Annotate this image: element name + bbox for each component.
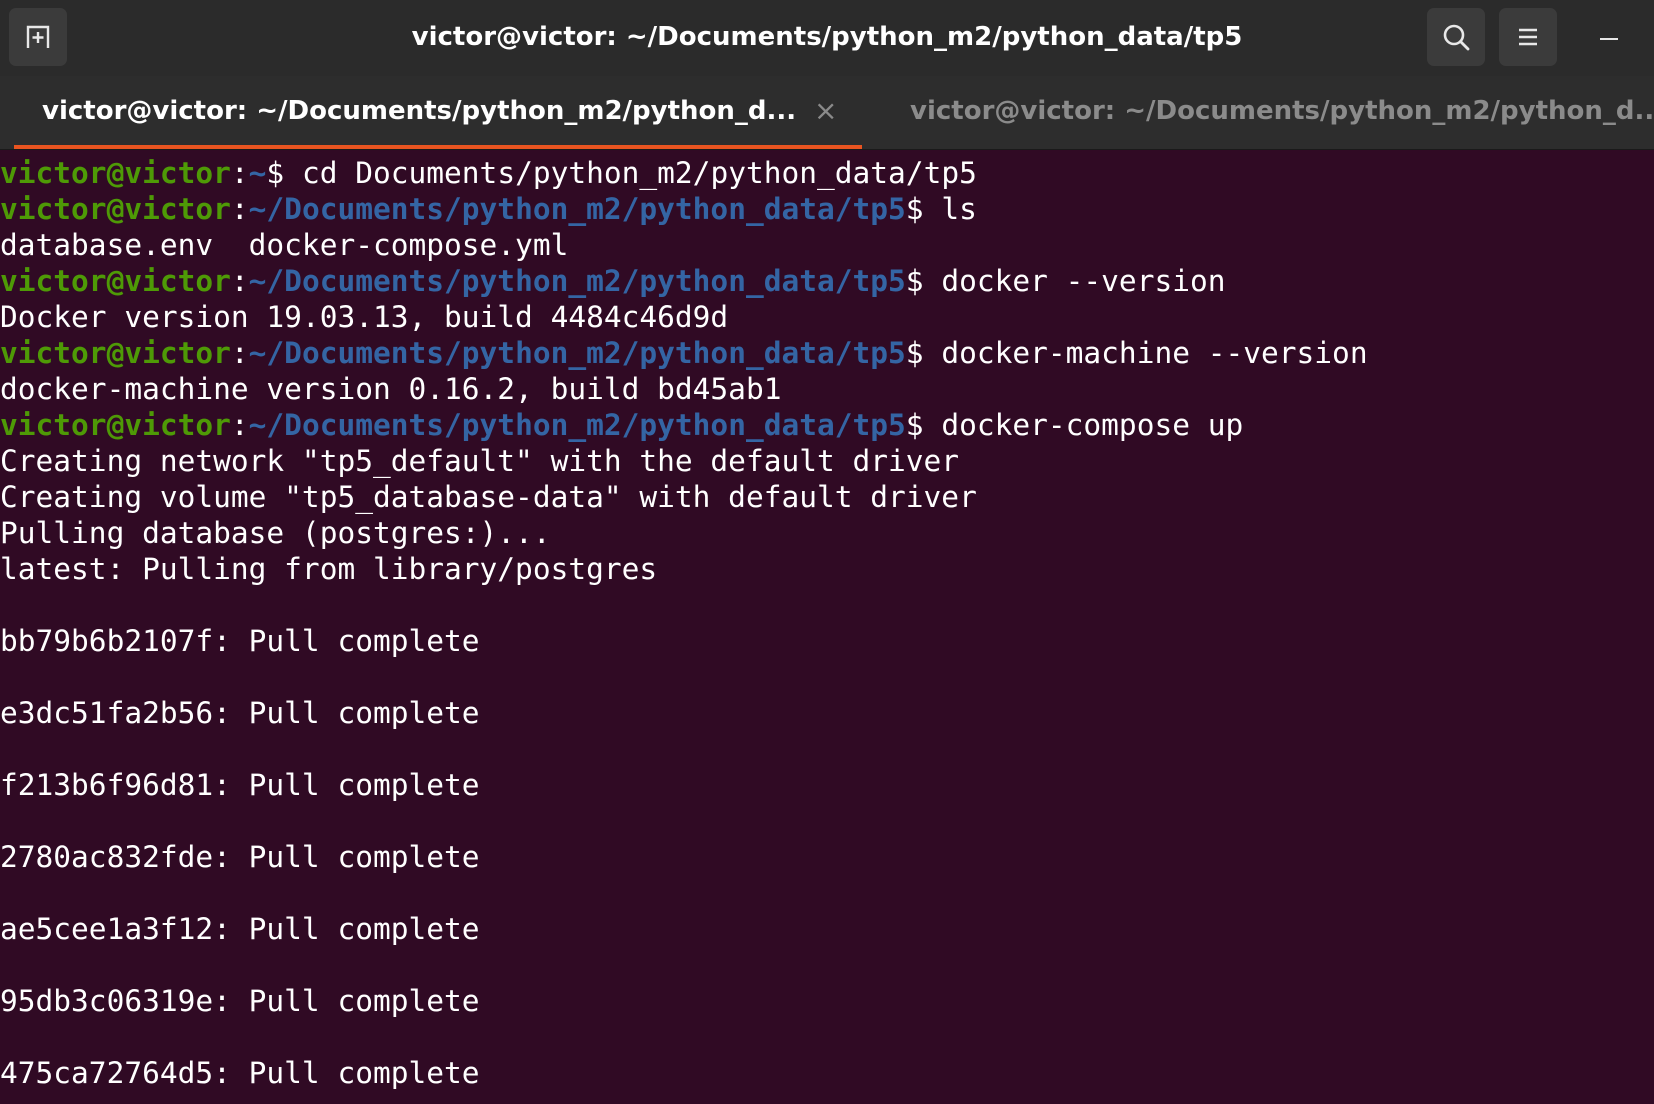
prompt-command: docker --version xyxy=(941,264,1226,298)
prompt-user: victor@victor xyxy=(0,192,231,226)
prompt-path: ~/Documents/python_m2/python_data/tp5 xyxy=(248,264,906,298)
pull-status-line: ae5cee1a3f12: Pull complete xyxy=(0,912,480,946)
prompt-command: docker-compose up xyxy=(941,408,1244,442)
menu-button[interactable] xyxy=(1499,8,1557,66)
prompt-line: victor@victor:~/Documents/python_m2/pyth… xyxy=(0,336,1368,370)
prompt-line: victor@victor:~/Documents/python_m2/pyth… xyxy=(0,264,1226,298)
new-tab-icon xyxy=(26,25,50,48)
tab-inactive[interactable]: victor@victor: ~/Documents/python_m2/pyt… xyxy=(862,76,1654,149)
pull-status-line: e3dc51fa2b56: Pull complete xyxy=(0,696,480,730)
hamburger-menu-icon xyxy=(1519,28,1537,46)
prompt-user: victor@victor xyxy=(0,408,231,442)
tab-label: victor@victor: ~/Documents/python_m2/pyt… xyxy=(42,96,797,126)
prompt-path: ~ xyxy=(248,156,267,190)
prompt-path: ~/Documents/python_m2/python_data/tp5 xyxy=(248,336,906,370)
tab-bar: victor@victor: ~/Documents/python_m2/pyt… xyxy=(0,76,1654,150)
window-title: victor@victor: ~/Documents/python_m2/pyt… xyxy=(411,22,1243,52)
terminal-output[interactable]: victor@victor:~$ cd Documents/python_m2/… xyxy=(0,150,1654,1104)
output-line: docker-machine version 0.16.2, build bd4… xyxy=(0,372,782,406)
tab-active[interactable]: victor@victor: ~/Documents/python_m2/pyt… xyxy=(14,76,862,149)
output-line: database.env docker-compose.yml xyxy=(0,228,569,262)
pull-status-line: 475ca72764d5: Pull complete xyxy=(0,1056,480,1090)
minimize-icon[interactable] xyxy=(1600,38,1618,40)
pull-status-line: 95db3c06319e: Pull complete xyxy=(0,984,480,1018)
output-line: Pulling database (postgres:)... xyxy=(0,516,551,550)
prompt-command: cd Documents/python_m2/python_data/tp5 xyxy=(301,156,977,190)
prompt-user: victor@victor xyxy=(0,156,231,190)
prompt-line: victor@victor:~$ cd Documents/python_m2/… xyxy=(0,156,977,190)
pull-status-line: f213b6f96d81: Pull complete xyxy=(0,768,480,802)
output-line: Docker version 19.03.13, build 4484c46d9… xyxy=(0,300,729,334)
pull-status-line: 2780ac832fde: Pull complete xyxy=(0,840,480,874)
tab-close-icon[interactable]: × xyxy=(814,76,837,146)
pull-status-line: bb79b6b2107f: Pull complete xyxy=(0,624,480,658)
prompt-path: ~/Documents/python_m2/python_data/tp5 xyxy=(248,192,906,226)
terminal-window: victor@victor: ~/Documents/python_m2/pyt… xyxy=(0,0,1654,1104)
output-line: Creating volume "tp5_database-data" with… xyxy=(0,480,977,514)
tab-label: victor@victor: ~/Documents/python_m2/pyt… xyxy=(910,96,1654,126)
prompt-command: ls xyxy=(941,192,977,226)
active-tab-indicator xyxy=(14,145,862,149)
new-tab-button[interactable] xyxy=(9,8,67,66)
prompt-command: docker-machine --version xyxy=(941,336,1368,370)
search-icon xyxy=(1443,24,1470,51)
search-button[interactable] xyxy=(1427,8,1485,66)
prompt-user: victor@victor xyxy=(0,336,231,370)
output-line: Creating network "tp5_default" with the … xyxy=(0,444,960,478)
prompt-path: ~/Documents/python_m2/python_data/tp5 xyxy=(248,408,906,442)
header-bar: victor@victor: ~/Documents/python_m2/pyt… xyxy=(0,0,1654,77)
prompt-line: victor@victor:~/Documents/python_m2/pyth… xyxy=(0,192,977,226)
prompt-line: victor@victor:~/Documents/python_m2/pyth… xyxy=(0,408,1244,442)
prompt-user: victor@victor xyxy=(0,264,231,298)
output-line: latest: Pulling from library/postgres xyxy=(0,552,658,586)
